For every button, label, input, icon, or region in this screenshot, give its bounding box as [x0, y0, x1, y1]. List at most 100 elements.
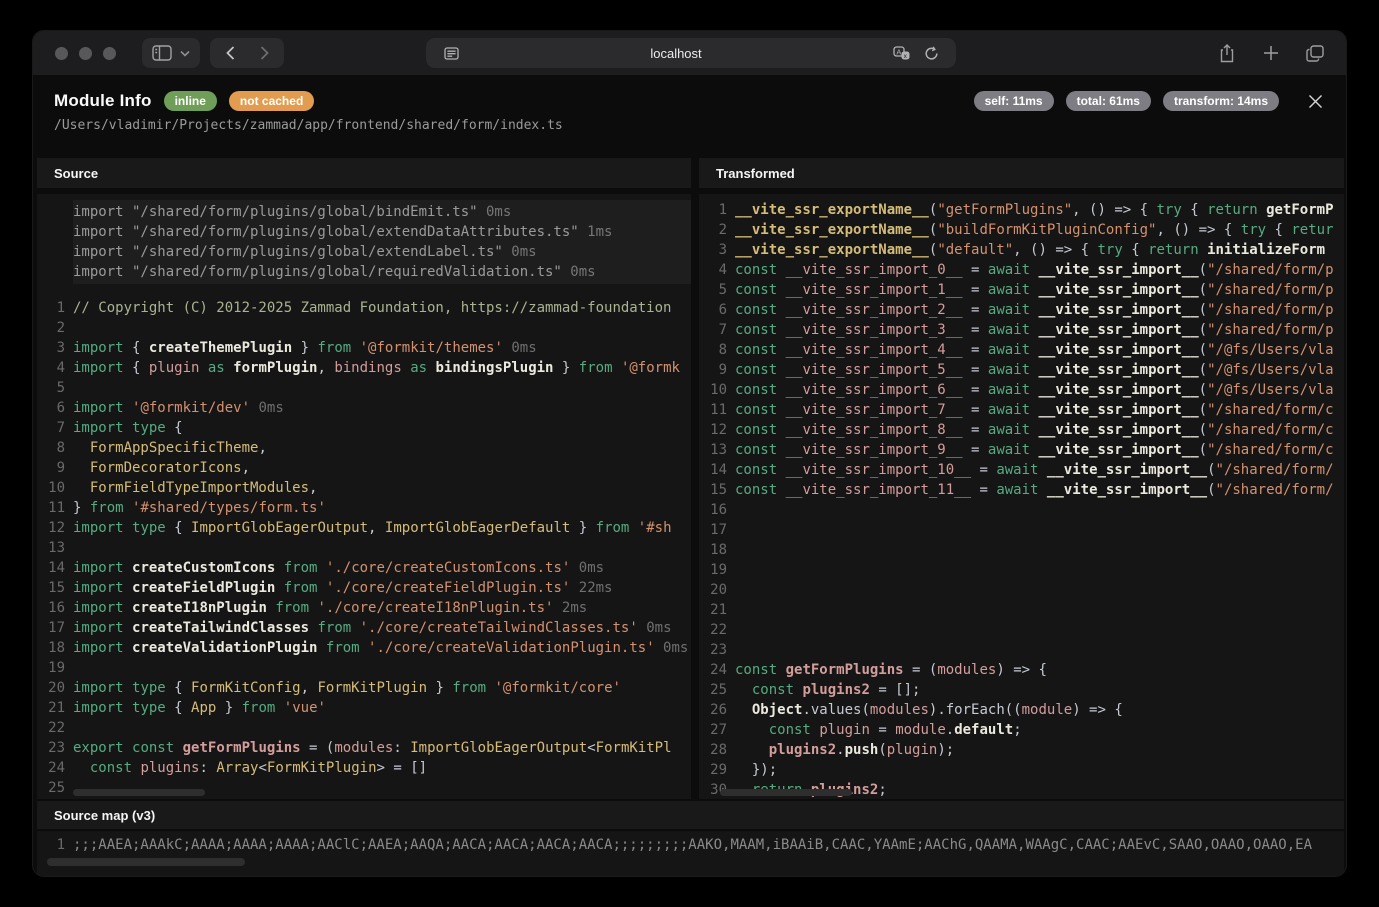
line-content [735, 580, 1344, 600]
new-tab-button[interactable] [1256, 38, 1286, 68]
url-field[interactable]: localhost A x [426, 38, 956, 68]
url-text: localhost [466, 46, 886, 61]
translate-icon[interactable]: A x [886, 38, 916, 68]
line-content: const __vite_ssr_import_3__ = await __vi… [735, 320, 1344, 340]
import-dep-line[interactable]: import "/shared/form/plugins/global/requ… [73, 262, 691, 282]
line-content: import type { [73, 418, 691, 438]
line-number: 16 [37, 598, 73, 618]
line-content [73, 658, 691, 678]
close-button[interactable] [1305, 91, 1325, 111]
close-window-button[interactable] [55, 47, 68, 60]
source-code: 1// Copyright (C) 2012-2025 Zammad Found… [37, 298, 691, 798]
import-time: 1ms [579, 224, 613, 240]
line-number: 15 [37, 578, 73, 598]
code-line: 19 [699, 560, 1344, 580]
sourcemap-editor[interactable]: 1;;;AAEA;AAAkC;AAAA;AAAA;AAAA;AAClC;AAEA… [37, 831, 1344, 876]
code-line: 15import createFieldPlugin from './core/… [37, 578, 691, 598]
line-content: import type { FormKitConfig, FormKitPlug… [73, 678, 691, 698]
line-content: import '@formkit/dev' 0ms [73, 398, 691, 418]
share-button[interactable] [1212, 38, 1242, 68]
line-number: 1 [37, 835, 73, 855]
line-number: 19 [699, 560, 735, 580]
code-line: 20 [699, 580, 1344, 600]
code-line: 5 [37, 378, 691, 398]
line-number: 22 [699, 620, 735, 640]
page-title: Module Info [54, 91, 152, 111]
line-number: 27 [699, 720, 735, 740]
code-line: 16import createI18nPlugin from './core/c… [37, 598, 691, 618]
code-line: 17 [699, 520, 1344, 540]
line-number: 18 [699, 540, 735, 560]
sourcemap-hscrollbar-thumb[interactable] [47, 858, 245, 866]
sidebar-toggle-button[interactable] [142, 38, 200, 68]
import-dep-line[interactable]: import "/shared/form/plugins/global/exte… [73, 242, 691, 262]
line-number: 14 [699, 460, 735, 480]
line-content: FormFieldTypeImportModules, [73, 478, 691, 498]
source-hscrollbar-thumb[interactable] [73, 789, 205, 796]
code-line: 18import createValidationPlugin from './… [37, 638, 691, 658]
line-number: 23 [699, 640, 735, 660]
browser-window: localhost A x [32, 30, 1347, 877]
line-content [73, 318, 691, 338]
sourcemap-panel-title: Source map (v3) [37, 801, 1344, 829]
line-content [735, 500, 1344, 520]
transformed-hscrollbar-thumb[interactable] [720, 789, 852, 796]
line-content [73, 378, 691, 398]
back-button[interactable] [216, 39, 244, 67]
line-number: 2 [37, 318, 73, 338]
line-content: import createValidationPlugin from './co… [73, 638, 691, 658]
line-number: 6 [37, 398, 73, 418]
source-editor[interactable]: import "/shared/form/plugins/global/bind… [37, 194, 691, 799]
code-line: 12import type { ImportGlobEagerOutput, I… [37, 518, 691, 538]
line-number: 10 [699, 380, 735, 400]
line-content: const __vite_ssr_import_6__ = await __vi… [735, 380, 1344, 400]
reload-button[interactable] [916, 38, 946, 68]
line-content: import createCustomIcons from './core/cr… [73, 558, 691, 578]
code-line: 14const __vite_ssr_import_10__ = await _… [699, 460, 1344, 480]
line-content: import { plugin as formPlugin, bindings … [73, 358, 691, 378]
line-number: 24 [37, 758, 73, 778]
code-line: 15const __vite_ssr_import_11__ = await _… [699, 480, 1344, 500]
line-content: const plugins2 = []; [735, 680, 1344, 700]
import-dep-line[interactable]: import "/shared/form/plugins/global/exte… [73, 222, 691, 242]
line-number: 4 [699, 260, 735, 280]
tabs-overview-button[interactable] [1300, 38, 1330, 68]
line-number: 15 [699, 480, 735, 500]
code-line: 24const getFormPlugins = (modules) => { [699, 660, 1344, 680]
traffic-lights [33, 47, 116, 60]
line-content [73, 538, 691, 558]
line-number: 25 [37, 778, 73, 798]
file-path: /Users/vladimir/Projects/zammad/app/fron… [54, 118, 1325, 133]
code-line: 12const __vite_ssr_import_8__ = await __… [699, 420, 1344, 440]
line-content: const __vite_ssr_import_2__ = await __vi… [735, 300, 1344, 320]
line-content: const __vite_ssr_import_1__ = await __vi… [735, 280, 1344, 300]
line-number: 29 [699, 760, 735, 780]
zoom-window-button[interactable] [103, 47, 116, 60]
minimize-window-button[interactable] [79, 47, 92, 60]
source-panel: Source import "/shared/form/plugins/glob… [37, 158, 691, 799]
import-dep-line[interactable]: import "/shared/form/plugins/global/bind… [73, 202, 691, 222]
code-line: 27 const plugin = module.default; [699, 720, 1344, 740]
line-number: 17 [699, 520, 735, 540]
code-line: 7import type { [37, 418, 691, 438]
code-panels: Source import "/shared/form/plugins/glob… [37, 158, 1344, 799]
line-number: 26 [699, 700, 735, 720]
code-line: 9const __vite_ssr_import_5__ = await __v… [699, 360, 1344, 380]
line-content: const __vite_ssr_import_5__ = await __vi… [735, 360, 1344, 380]
code-line: 10 FormFieldTypeImportModules, [37, 478, 691, 498]
transformed-panel: Transformed 1__vite_ssr_exportName__("ge… [699, 158, 1344, 799]
code-line: 25 const plugins2 = []; [699, 680, 1344, 700]
code-line: 17import createTailwindClasses from './c… [37, 618, 691, 638]
code-line: 23export const getFormPlugins = (modules… [37, 738, 691, 758]
reader-icon[interactable] [436, 38, 466, 68]
inline-badge: inline [164, 91, 217, 111]
line-content: } from '#shared/types/form.ts' [73, 498, 691, 518]
line-number: 11 [37, 498, 73, 518]
line-content: // Copyright (C) 2012-2025 Zammad Founda… [73, 298, 691, 318]
code-line: 2 [37, 318, 691, 338]
transformed-editor[interactable]: 1__vite_ssr_exportName__("getFormPlugins… [699, 194, 1344, 799]
line-number: 12 [37, 518, 73, 538]
line-number: 24 [699, 660, 735, 680]
line-content: __vite_ssr_exportName__("getFormPlugins"… [735, 200, 1344, 220]
forward-button[interactable] [250, 39, 278, 67]
